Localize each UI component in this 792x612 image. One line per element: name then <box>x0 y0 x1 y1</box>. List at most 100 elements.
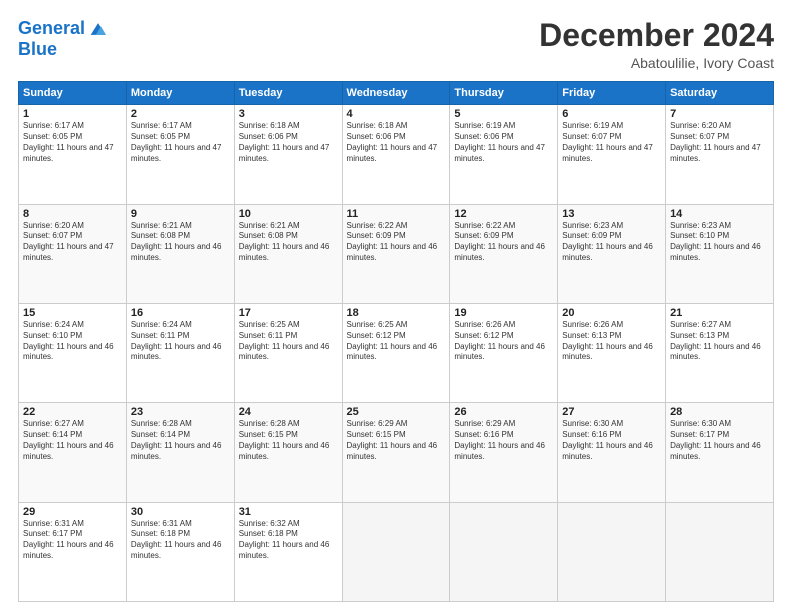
day-number: 1 <box>23 108 122 120</box>
day-number: 13 <box>562 208 661 220</box>
day-number: 20 <box>562 307 661 319</box>
day-info: Sunrise: 6:18 AM Sunset: 6:06 PM Dayligh… <box>239 121 338 164</box>
day-cell: 17 Sunrise: 6:25 AM Sunset: 6:11 PM Dayl… <box>234 303 342 402</box>
main-title: December 2024 <box>539 18 774 53</box>
day-cell: 9 Sunrise: 6:21 AM Sunset: 6:08 PM Dayli… <box>126 204 234 303</box>
day-number: 4 <box>347 108 446 120</box>
calendar-row: 1 Sunrise: 6:17 AMSunset: 6:05 PMDayligh… <box>19 105 774 204</box>
col-wednesday: Wednesday <box>342 82 450 105</box>
col-saturday: Saturday <box>666 82 774 105</box>
empty-cell <box>558 502 666 601</box>
calendar-table: Sunday Monday Tuesday Wednesday Thursday… <box>18 81 774 602</box>
day-info: Sunrise: 6:28 AM Sunset: 6:14 PM Dayligh… <box>131 419 230 462</box>
day-cell: 2 Sunrise: 6:17 AM Sunset: 6:05 PM Dayli… <box>126 105 234 204</box>
calendar-row: 15 Sunrise: 6:24 AM Sunset: 6:10 PM Dayl… <box>19 303 774 402</box>
day-info: Sunrise: 6:25 AM Sunset: 6:12 PM Dayligh… <box>347 320 446 363</box>
day-cell: 27 Sunrise: 6:30 AM Sunset: 6:16 PM Dayl… <box>558 403 666 502</box>
day-info: Sunrise: 6:27 AM Sunset: 6:13 PM Dayligh… <box>670 320 769 363</box>
day-cell: 10 Sunrise: 6:21 AM Sunset: 6:08 PM Dayl… <box>234 204 342 303</box>
day-cell: 26 Sunrise: 6:29 AM Sunset: 6:16 PM Dayl… <box>450 403 558 502</box>
day-number: 9 <box>131 208 230 220</box>
logo-text2: Blue <box>18 40 109 60</box>
logo: General Blue <box>18 18 109 60</box>
day-info: Sunrise: 6:26 AM Sunset: 6:13 PM Dayligh… <box>562 320 661 363</box>
empty-cell <box>666 502 774 601</box>
day-info: Sunrise: 6:23 AM Sunset: 6:10 PM Dayligh… <box>670 221 769 264</box>
day-cell: 6 Sunrise: 6:19 AM Sunset: 6:07 PM Dayli… <box>558 105 666 204</box>
day-info: Sunrise: 6:17 AMSunset: 6:05 PMDaylight:… <box>23 121 122 164</box>
day-cell: 7 Sunrise: 6:20 AM Sunset: 6:07 PM Dayli… <box>666 105 774 204</box>
calendar-header-row: Sunday Monday Tuesday Wednesday Thursday… <box>19 82 774 105</box>
empty-cell <box>342 502 450 601</box>
day-number: 3 <box>239 108 338 120</box>
col-friday: Friday <box>558 82 666 105</box>
day-info: Sunrise: 6:27 AM Sunset: 6:14 PM Dayligh… <box>23 419 122 462</box>
day-cell: 18 Sunrise: 6:25 AM Sunset: 6:12 PM Dayl… <box>342 303 450 402</box>
day-number: 28 <box>670 406 769 418</box>
subtitle: Abatoulilie, Ivory Coast <box>539 55 774 71</box>
day-info: Sunrise: 6:19 AM Sunset: 6:06 PM Dayligh… <box>454 121 553 164</box>
col-monday: Monday <box>126 82 234 105</box>
day-number: 2 <box>131 108 230 120</box>
day-info: Sunrise: 6:18 AM Sunset: 6:06 PM Dayligh… <box>347 121 446 164</box>
day-cell: 28 Sunrise: 6:30 AM Sunset: 6:17 PM Dayl… <box>666 403 774 502</box>
day-number: 11 <box>347 208 446 220</box>
day-info: Sunrise: 6:31 AM Sunset: 6:17 PM Dayligh… <box>23 519 122 562</box>
day-number: 25 <box>347 406 446 418</box>
day-info: Sunrise: 6:21 AM Sunset: 6:08 PM Dayligh… <box>131 221 230 264</box>
day-info: Sunrise: 6:17 AM Sunset: 6:05 PM Dayligh… <box>131 121 230 164</box>
page: General Blue December 2024 Abatoulilie, … <box>0 0 792 612</box>
day-number: 30 <box>131 506 230 518</box>
day-number: 15 <box>23 307 122 319</box>
day-number: 27 <box>562 406 661 418</box>
day-number: 18 <box>347 307 446 319</box>
day-number: 10 <box>239 208 338 220</box>
day-number: 5 <box>454 108 553 120</box>
day-cell: 12 Sunrise: 6:22 AM Sunset: 6:09 PM Dayl… <box>450 204 558 303</box>
day-info: Sunrise: 6:31 AM Sunset: 6:18 PM Dayligh… <box>131 519 230 562</box>
day-cell: 4 Sunrise: 6:18 AM Sunset: 6:06 PM Dayli… <box>342 105 450 204</box>
day-number: 7 <box>670 108 769 120</box>
day-number: 6 <box>562 108 661 120</box>
day-cell: 24 Sunrise: 6:28 AM Sunset: 6:15 PM Dayl… <box>234 403 342 502</box>
day-info: Sunrise: 6:19 AM Sunset: 6:07 PM Dayligh… <box>562 121 661 164</box>
day-cell: 16 Sunrise: 6:24 AM Sunset: 6:11 PM Dayl… <box>126 303 234 402</box>
day-number: 14 <box>670 208 769 220</box>
day-info: Sunrise: 6:24 AM Sunset: 6:11 PM Dayligh… <box>131 320 230 363</box>
day-info: Sunrise: 6:26 AM Sunset: 6:12 PM Dayligh… <box>454 320 553 363</box>
day-cell: 23 Sunrise: 6:28 AM Sunset: 6:14 PM Dayl… <box>126 403 234 502</box>
calendar-row: 29 Sunrise: 6:31 AM Sunset: 6:17 PM Dayl… <box>19 502 774 601</box>
day-cell: 22 Sunrise: 6:27 AM Sunset: 6:14 PM Dayl… <box>19 403 127 502</box>
day-info: Sunrise: 6:25 AM Sunset: 6:11 PM Dayligh… <box>239 320 338 363</box>
day-info: Sunrise: 6:32 AM Sunset: 6:18 PM Dayligh… <box>239 519 338 562</box>
day-cell: 25 Sunrise: 6:29 AM Sunset: 6:15 PM Dayl… <box>342 403 450 502</box>
calendar-row: 8 Sunrise: 6:20 AM Sunset: 6:07 PM Dayli… <box>19 204 774 303</box>
day-info: Sunrise: 6:29 AM Sunset: 6:15 PM Dayligh… <box>347 419 446 462</box>
title-block: December 2024 Abatoulilie, Ivory Coast <box>539 18 774 71</box>
day-number: 23 <box>131 406 230 418</box>
day-info: Sunrise: 6:24 AM Sunset: 6:10 PM Dayligh… <box>23 320 122 363</box>
day-cell: 5 Sunrise: 6:19 AM Sunset: 6:06 PM Dayli… <box>450 105 558 204</box>
calendar-row: 22 Sunrise: 6:27 AM Sunset: 6:14 PM Dayl… <box>19 403 774 502</box>
col-thursday: Thursday <box>450 82 558 105</box>
empty-cell <box>450 502 558 601</box>
day-info: Sunrise: 6:30 AM Sunset: 6:16 PM Dayligh… <box>562 419 661 462</box>
logo-icon <box>87 18 109 40</box>
day-info: Sunrise: 6:22 AM Sunset: 6:09 PM Dayligh… <box>347 221 446 264</box>
day-number: 31 <box>239 506 338 518</box>
day-info: Sunrise: 6:21 AM Sunset: 6:08 PM Dayligh… <box>239 221 338 264</box>
day-cell: 8 Sunrise: 6:20 AM Sunset: 6:07 PM Dayli… <box>19 204 127 303</box>
day-cell: 29 Sunrise: 6:31 AM Sunset: 6:17 PM Dayl… <box>19 502 127 601</box>
day-info: Sunrise: 6:20 AM Sunset: 6:07 PM Dayligh… <box>23 221 122 264</box>
day-number: 16 <box>131 307 230 319</box>
day-cell: 3 Sunrise: 6:18 AM Sunset: 6:06 PM Dayli… <box>234 105 342 204</box>
day-number: 26 <box>454 406 553 418</box>
day-info: Sunrise: 6:29 AM Sunset: 6:16 PM Dayligh… <box>454 419 553 462</box>
day-info: Sunrise: 6:23 AM Sunset: 6:09 PM Dayligh… <box>562 221 661 264</box>
day-number: 8 <box>23 208 122 220</box>
day-cell: 1 Sunrise: 6:17 AMSunset: 6:05 PMDayligh… <box>19 105 127 204</box>
col-sunday: Sunday <box>19 82 127 105</box>
day-cell: 15 Sunrise: 6:24 AM Sunset: 6:10 PM Dayl… <box>19 303 127 402</box>
day-cell: 14 Sunrise: 6:23 AM Sunset: 6:10 PM Dayl… <box>666 204 774 303</box>
day-number: 21 <box>670 307 769 319</box>
